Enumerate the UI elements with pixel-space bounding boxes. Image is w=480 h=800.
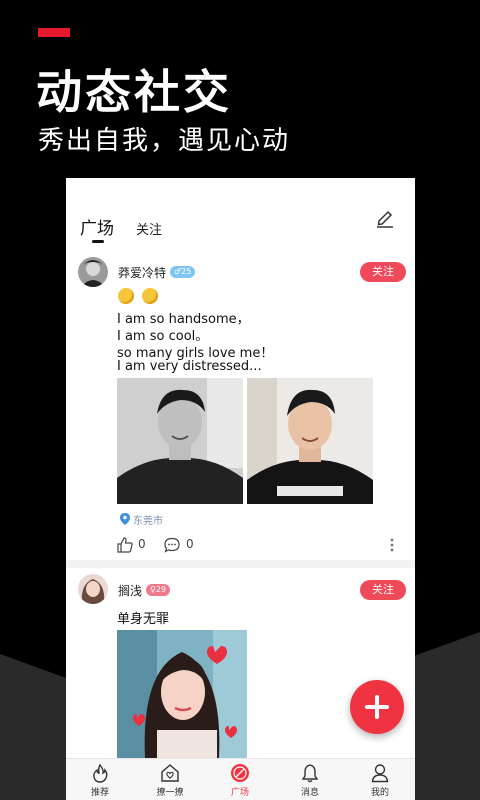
nav-item-square[interactable]: 广场 [210,759,270,800]
nav-label: 撩一撩 [156,788,184,798]
post-divider [66,560,415,568]
nav-label: 广场 [230,788,249,798]
gender-age-badge: ♂25 [170,266,196,278]
post-text-line: 单身无罪 [117,612,170,627]
nav-label: 推荐 [90,788,109,798]
bottom-nav: 推荐 撩一撩 广场 消息 我的 [66,758,415,800]
like-count: 0 [138,537,146,551]
nav-item-flirt[interactable]: 撩一撩 [140,759,200,800]
comment-icon[interactable] [164,537,180,553]
background-shape-left [0,560,70,800]
phone-screen: 广场 关注 莽爱冷特 ♂25 关注 I am so handsome， I am… [66,178,415,800]
post-card: 搁浅 ♀29 关注 单身无罪 [66,572,415,762]
like-icon[interactable] [117,537,133,553]
tab-follow[interactable]: 关注 [136,219,162,238]
post-text-line: I am very distressed... [117,359,262,374]
promo-subtitle: 秀出自我，遇见心动 [38,126,291,156]
edit-icon[interactable] [374,206,396,228]
emoji-icon [118,288,134,304]
location-text: 东莞市 [133,516,163,527]
gender-age-badge: ♀29 [146,584,171,596]
bell-icon [301,764,319,783]
location-pin-icon [120,513,130,525]
username: 莽爱冷特 [118,266,167,280]
tab-square[interactable]: 广场 [80,214,114,239]
background-shape-right [410,520,480,800]
post-card: 莽爱冷特 ♂25 关注 I am so handsome， I am so co… [66,254,415,554]
emoji-icon [142,288,158,304]
nav-label: 消息 [300,788,319,798]
compass-icon [231,764,249,782]
top-tabs: 广场 关注 [66,178,415,248]
comment-count: 0 [186,537,194,551]
home-heart-icon [161,764,179,782]
flame-icon [93,763,108,783]
accent-bar [38,28,70,37]
person-icon [371,764,389,783]
nav-item-messages[interactable]: 消息 [280,759,340,800]
avatar[interactable] [78,257,108,287]
nav-label: 我的 [370,788,389,798]
post-photo[interactable] [117,378,243,504]
post-photo[interactable] [247,378,373,504]
username: 搁浅 [118,584,143,598]
promo-title: 动态社交 [36,65,232,119]
follow-button[interactable]: 关注 [360,580,406,600]
nav-item-recommend[interactable]: 推荐 [70,759,130,800]
follow-button[interactable]: 关注 [360,262,406,282]
tab-indicator [92,240,104,243]
nav-item-me[interactable]: 我的 [350,759,410,800]
more-icon[interactable] [390,538,394,552]
create-post-button[interactable] [350,680,404,734]
post-photo[interactable] [117,630,247,758]
avatar[interactable] [78,574,108,604]
